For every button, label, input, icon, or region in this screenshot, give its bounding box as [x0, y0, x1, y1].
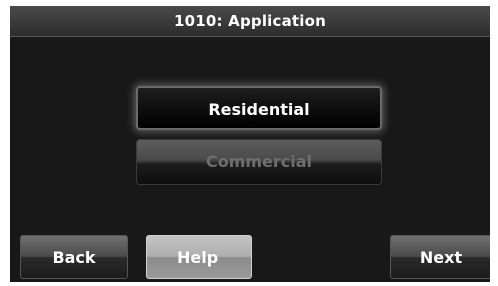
option-residential[interactable]: Residential [136, 86, 382, 130]
thermostat-screen: 1010: Application Residential Commercial… [10, 6, 490, 282]
page-title: 1010: Application [10, 6, 490, 37]
option-commercial[interactable]: Commercial [136, 139, 382, 185]
help-button[interactable]: Help [146, 235, 252, 279]
next-button[interactable]: Next [390, 235, 490, 279]
back-button[interactable]: Back [20, 235, 128, 279]
